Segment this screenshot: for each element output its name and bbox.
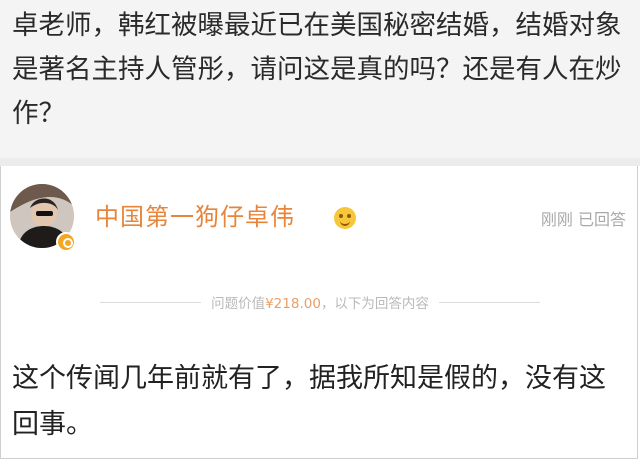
answer-body: 这个传闻几年前就有了，据我所知是假的，没有这回事。 (12, 356, 628, 448)
answer-text: 这个传闻几年前就有了，据我所知是假的，没有这回事。 (12, 363, 606, 440)
question-text: 卓老师，韩红被曝最近已在美国秘密结婚，结婚对象是著名主持人管彤，请问这是真的吗？… (12, 10, 622, 129)
divider-line-right (438, 301, 541, 303)
answer-status: 刚刚 已回答 (540, 210, 626, 229)
price-prefix: 问题价值 (211, 296, 266, 312)
question-panel: 卓老师，韩红被曝最近已在美国秘密结婚，结婚对象是著名主持人管彤，请问这是真的吗？… (0, 0, 640, 158)
divider-line-left (100, 301, 202, 303)
price-text: 问题价值¥218.00，以下为回答内容 (201, 292, 439, 312)
price-suffix: ，以下为回答内容 (320, 296, 429, 312)
verified-badge-icon (56, 232, 76, 252)
answerer-header[interactable]: 中国第一狗仔卓伟 刚刚 已回答 (0, 172, 640, 262)
emoji-badge-icon (334, 207, 356, 229)
price-amount: ¥218.00 (265, 296, 321, 312)
price-separator: 问题价值¥218.00，以下为回答内容 (100, 292, 541, 312)
section-divider (0, 158, 640, 166)
answerer-username[interactable]: 中国第一狗仔卓伟 (95, 202, 295, 232)
